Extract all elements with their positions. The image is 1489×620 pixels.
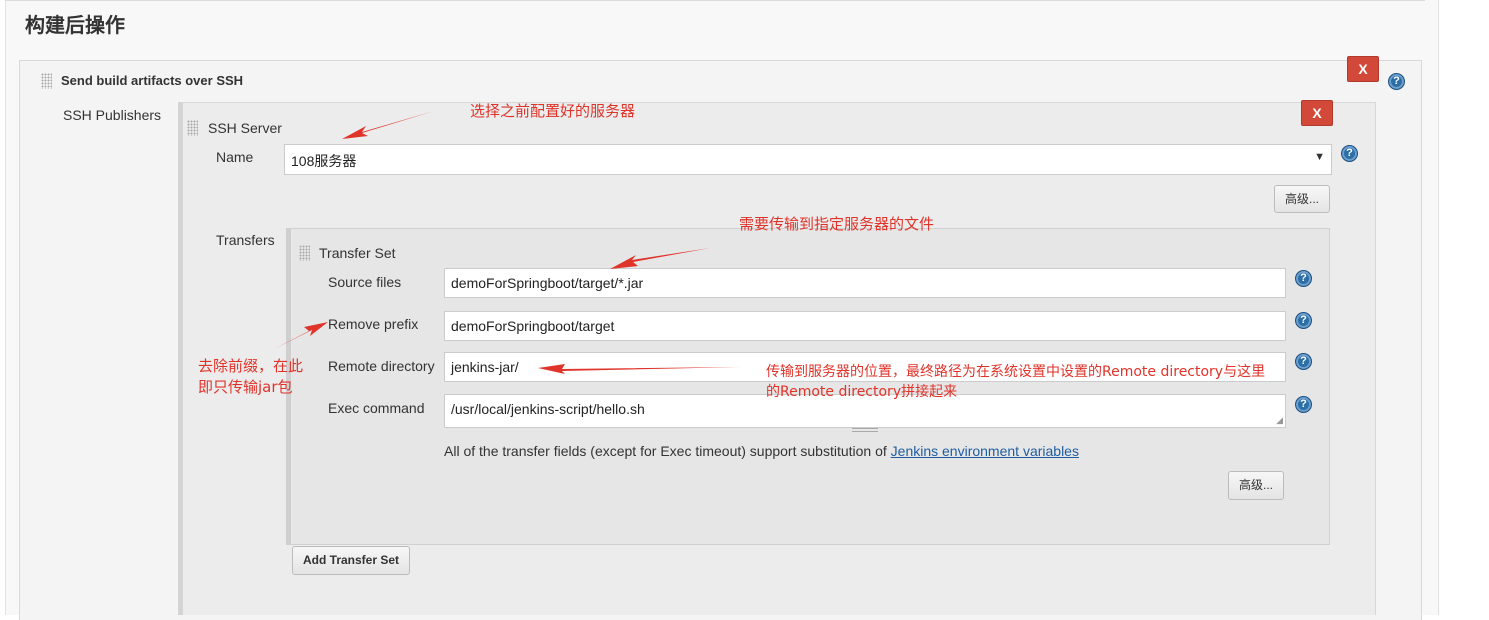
name-label: Name [216,149,254,165]
transfer-help-note: All of the transfer fields (except for E… [444,443,1079,459]
jenkins-env-vars-link[interactable]: Jenkins environment variables [891,443,1079,459]
transfer-set-advanced-button[interactable]: 高级... [1228,471,1284,500]
resize-grip-icon[interactable] [852,428,878,432]
delete-publisher-button[interactable]: X [1347,56,1379,82]
ssh-server-advanced-button[interactable]: 高级... [1274,185,1330,213]
annotation-remote-line2: 的Remote directory拼接起来 [766,384,958,400]
help-icon[interactable]: ? [1295,396,1312,413]
dropdown-arrow-icon[interactable]: ▼ [1314,151,1325,163]
drag-handle-icon[interactable] [299,245,310,261]
transfers-label: Transfers [216,232,275,248]
add-transfer-set-button[interactable]: Add Transfer Set [292,546,410,575]
remote-directory-label: Remote directory [328,358,435,374]
ssh-server-title: SSH Server [208,120,282,136]
help-icon[interactable]: ? [1341,145,1358,162]
source-files-input[interactable]: demoForSpringboot/target/*.jar [444,268,1286,298]
section-heading: 构建后操作 [25,15,125,37]
server-name-select[interactable]: 108服务器 ▼ [284,144,1332,175]
annotation-prefix: 去除前缀，在此 即只传输jar包 [198,356,303,398]
annotation-files: 需要传输到指定服务器的文件 [739,215,935,233]
delete-ssh-server-button[interactable]: X [1301,100,1333,126]
publisher-title: Send build artifacts over SSH [61,73,244,88]
remove-prefix-input[interactable]: demoForSpringboot/target [444,311,1286,341]
drag-handle-icon[interactable] [41,73,52,89]
transfer-set-title: Transfer Set [319,245,396,261]
annotation-prefix-line1: 去除前缀，在此 [198,357,304,375]
help-icon[interactable]: ? [1295,270,1312,287]
source-files-label: Source files [328,274,402,290]
annotation-remote: 传输到服务器的位置，最终路径为在系统设置中设置的Remote directory… [766,362,1265,402]
server-name-value: 108服务器 [291,153,357,169]
annotation-server: 选择之前配置好的服务器 [470,102,636,120]
ssh-publishers-label: SSH Publishers [63,107,162,123]
divider [5,0,1425,3]
resize-grip-icon[interactable]: ◢ [1276,415,1283,426]
help-icon[interactable]: ? [1388,73,1405,90]
help-icon[interactable]: ? [1295,312,1312,329]
annotation-prefix-line2: 即只传输jar包 [198,378,293,396]
annotation-remote-line1: 传输到服务器的位置，最终路径为在系统设置中设置的Remote directory… [766,364,1266,380]
remove-prefix-label: Remove prefix [328,316,419,332]
drag-handle-icon[interactable] [187,120,198,136]
help-note-text: All of the transfer fields (except for E… [444,443,891,459]
exec-command-label: Exec command [328,400,425,416]
exec-command-value: /usr/local/jenkins-script/hello.sh [451,401,645,417]
help-icon[interactable]: ? [1295,353,1312,370]
